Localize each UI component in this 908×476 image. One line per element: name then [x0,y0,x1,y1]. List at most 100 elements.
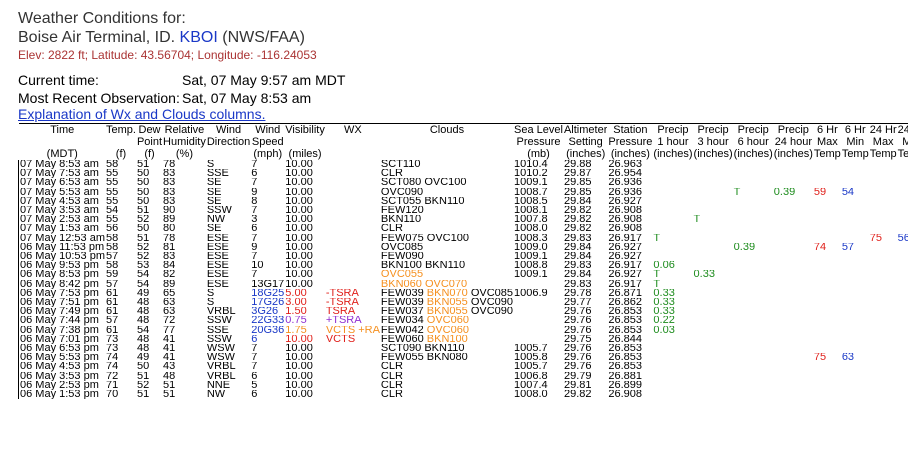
cell-wind-speed: 7 [251,160,258,170]
cell-sea-level-pressure [513,316,563,325]
cell-humidity: 51 [163,380,176,391]
cell-time: 07 May 3:53 am [18,206,105,216]
cell-sea-level-pressure [513,280,563,289]
cell-precip-24h [773,326,813,335]
cell-max-6h [813,169,841,178]
cell-precip-3h [693,169,733,178]
cell-max-24h [869,381,897,390]
column-header: (f) [115,148,127,160]
cell-precip-3h [693,224,733,233]
cell-temp: 55 [106,169,119,179]
cell-wx [325,169,380,178]
cell-visibility: 10.00 [285,334,313,345]
cell-station-pressure: 26.853 [608,325,643,335]
station-id-link[interactable]: KBOI [180,29,218,46]
cell-dew-point: 51 [136,160,150,170]
cloud-layer: OVC085 [470,288,514,299]
cell-min-6h [841,280,869,289]
cell-min-6h [841,326,869,335]
column-header: Temp [897,148,908,160]
cloud-layer: CLR [380,380,403,391]
cell-wx [325,252,380,261]
recent-observation-label: Most Recent Observation: [18,90,180,106]
explanation-link[interactable]: Explanation of Wx and Clouds columns. [18,106,265,122]
cell-min-24h [897,169,908,178]
cell-temp: 56 [106,224,119,234]
cell-min-6h [841,160,869,169]
cloud-layer: FEW090 [380,252,424,262]
cell-wind-speed: 7 [251,353,258,363]
cell-wind-direction: WSW [206,344,235,354]
cell-precip-6h [733,372,773,381]
cell-temp: 55 [106,187,119,197]
table-row: 06 May 10:53 pm 57 52 83 ESE 7 10.00 FEW090 1009… [18,252,908,262]
column-header: Temp [813,148,841,160]
column-header: Max [872,136,894,148]
cell-min-6h [841,169,869,178]
cloud-layer: SCT090 [380,344,422,354]
cell-max-6h [813,390,841,399]
cell-wx: VCTS +RA [325,325,380,335]
cloud-layer: SCT080 [380,178,422,188]
cell-min-24h [897,188,908,197]
cloud-layer: OVC090 [470,298,514,308]
cell-min-6h [841,335,869,344]
cell-precip-24h [773,270,813,279]
cell-min-6h [841,362,869,371]
column-header [380,136,513,148]
cell-wx [325,224,380,233]
cell-time: 06 May 7:44 pm [18,316,105,326]
cell-temp: 57 [106,252,119,262]
cell-station-pressure: 26.871 [608,288,643,299]
cell-sea-level-pressure [513,326,563,335]
cell-dew-point: 51 [136,390,150,400]
cell-station-pressure: 26.927 [608,196,643,207]
cell-temp: 58 [106,261,119,271]
cell-humidity: 82 [163,270,176,280]
cell-station-pressure: 26.862 [608,298,643,308]
cell-station-pressure: 26.917 [608,279,643,289]
cell-min-24h [897,252,908,261]
column-header: 24 Hr [896,123,908,136]
cell-station-pressure: 26.954 [608,169,643,179]
cell-wind-speed: 5 [251,380,258,391]
cell-precip-6h [733,206,773,215]
cell-clouds: CLR [380,224,513,233]
column-header: (inches) [610,148,650,160]
cell-precip-6h [733,390,773,399]
cell-humidity: 41 [163,353,176,363]
header-row: (MDT) (f) (f) (%) (mph) (miles) (mb) (inches) (i… [19,148,908,160]
cell-precip-24h [773,215,813,224]
cell-max-6h [813,234,841,243]
cell-precip-1h [652,206,692,215]
cell-clouds: OVC090 [380,188,513,197]
cell-wx: TSRA [325,307,356,317]
cell-station-pressure: 26.853 [608,307,643,317]
cell-visibility: 10.00 [285,390,313,400]
cell-wind-direction: S [206,160,215,170]
cell-wx [325,381,380,390]
cell-precip-24h [773,206,813,215]
column-header: (miles) [288,148,322,160]
cell-precip-24h [773,390,813,399]
cloud-layer: BKN100 [380,261,422,271]
cell-visibility: 10.00 [285,196,313,207]
cell-time: 07 May 5:53 am [18,187,105,197]
cell-temp: 61 [106,307,119,317]
cloud-layer: FEW039 [380,298,424,308]
cell-wind-direction: ESE [206,233,229,243]
cell-wx [325,178,380,187]
cell-sea-level-pressure: 1006.9 [514,288,548,299]
cell-clouds: SCT110 [380,160,513,169]
cell-min-24h [897,353,908,362]
cell-altimeter: 29.76 [563,307,592,317]
cell-sea-level-pressure: 1010.2 [514,169,548,179]
cell-visibility: 10.00 [285,344,313,354]
cell-temp: 61 [106,298,119,308]
cell-station-pressure: 26.917 [608,233,643,243]
cell-precip-1h [652,344,692,353]
cell-precip-3h [693,280,733,289]
cell-precip-3h [693,353,733,362]
cell-precip-6h [733,326,773,335]
cell-humidity: 43 [163,362,176,372]
